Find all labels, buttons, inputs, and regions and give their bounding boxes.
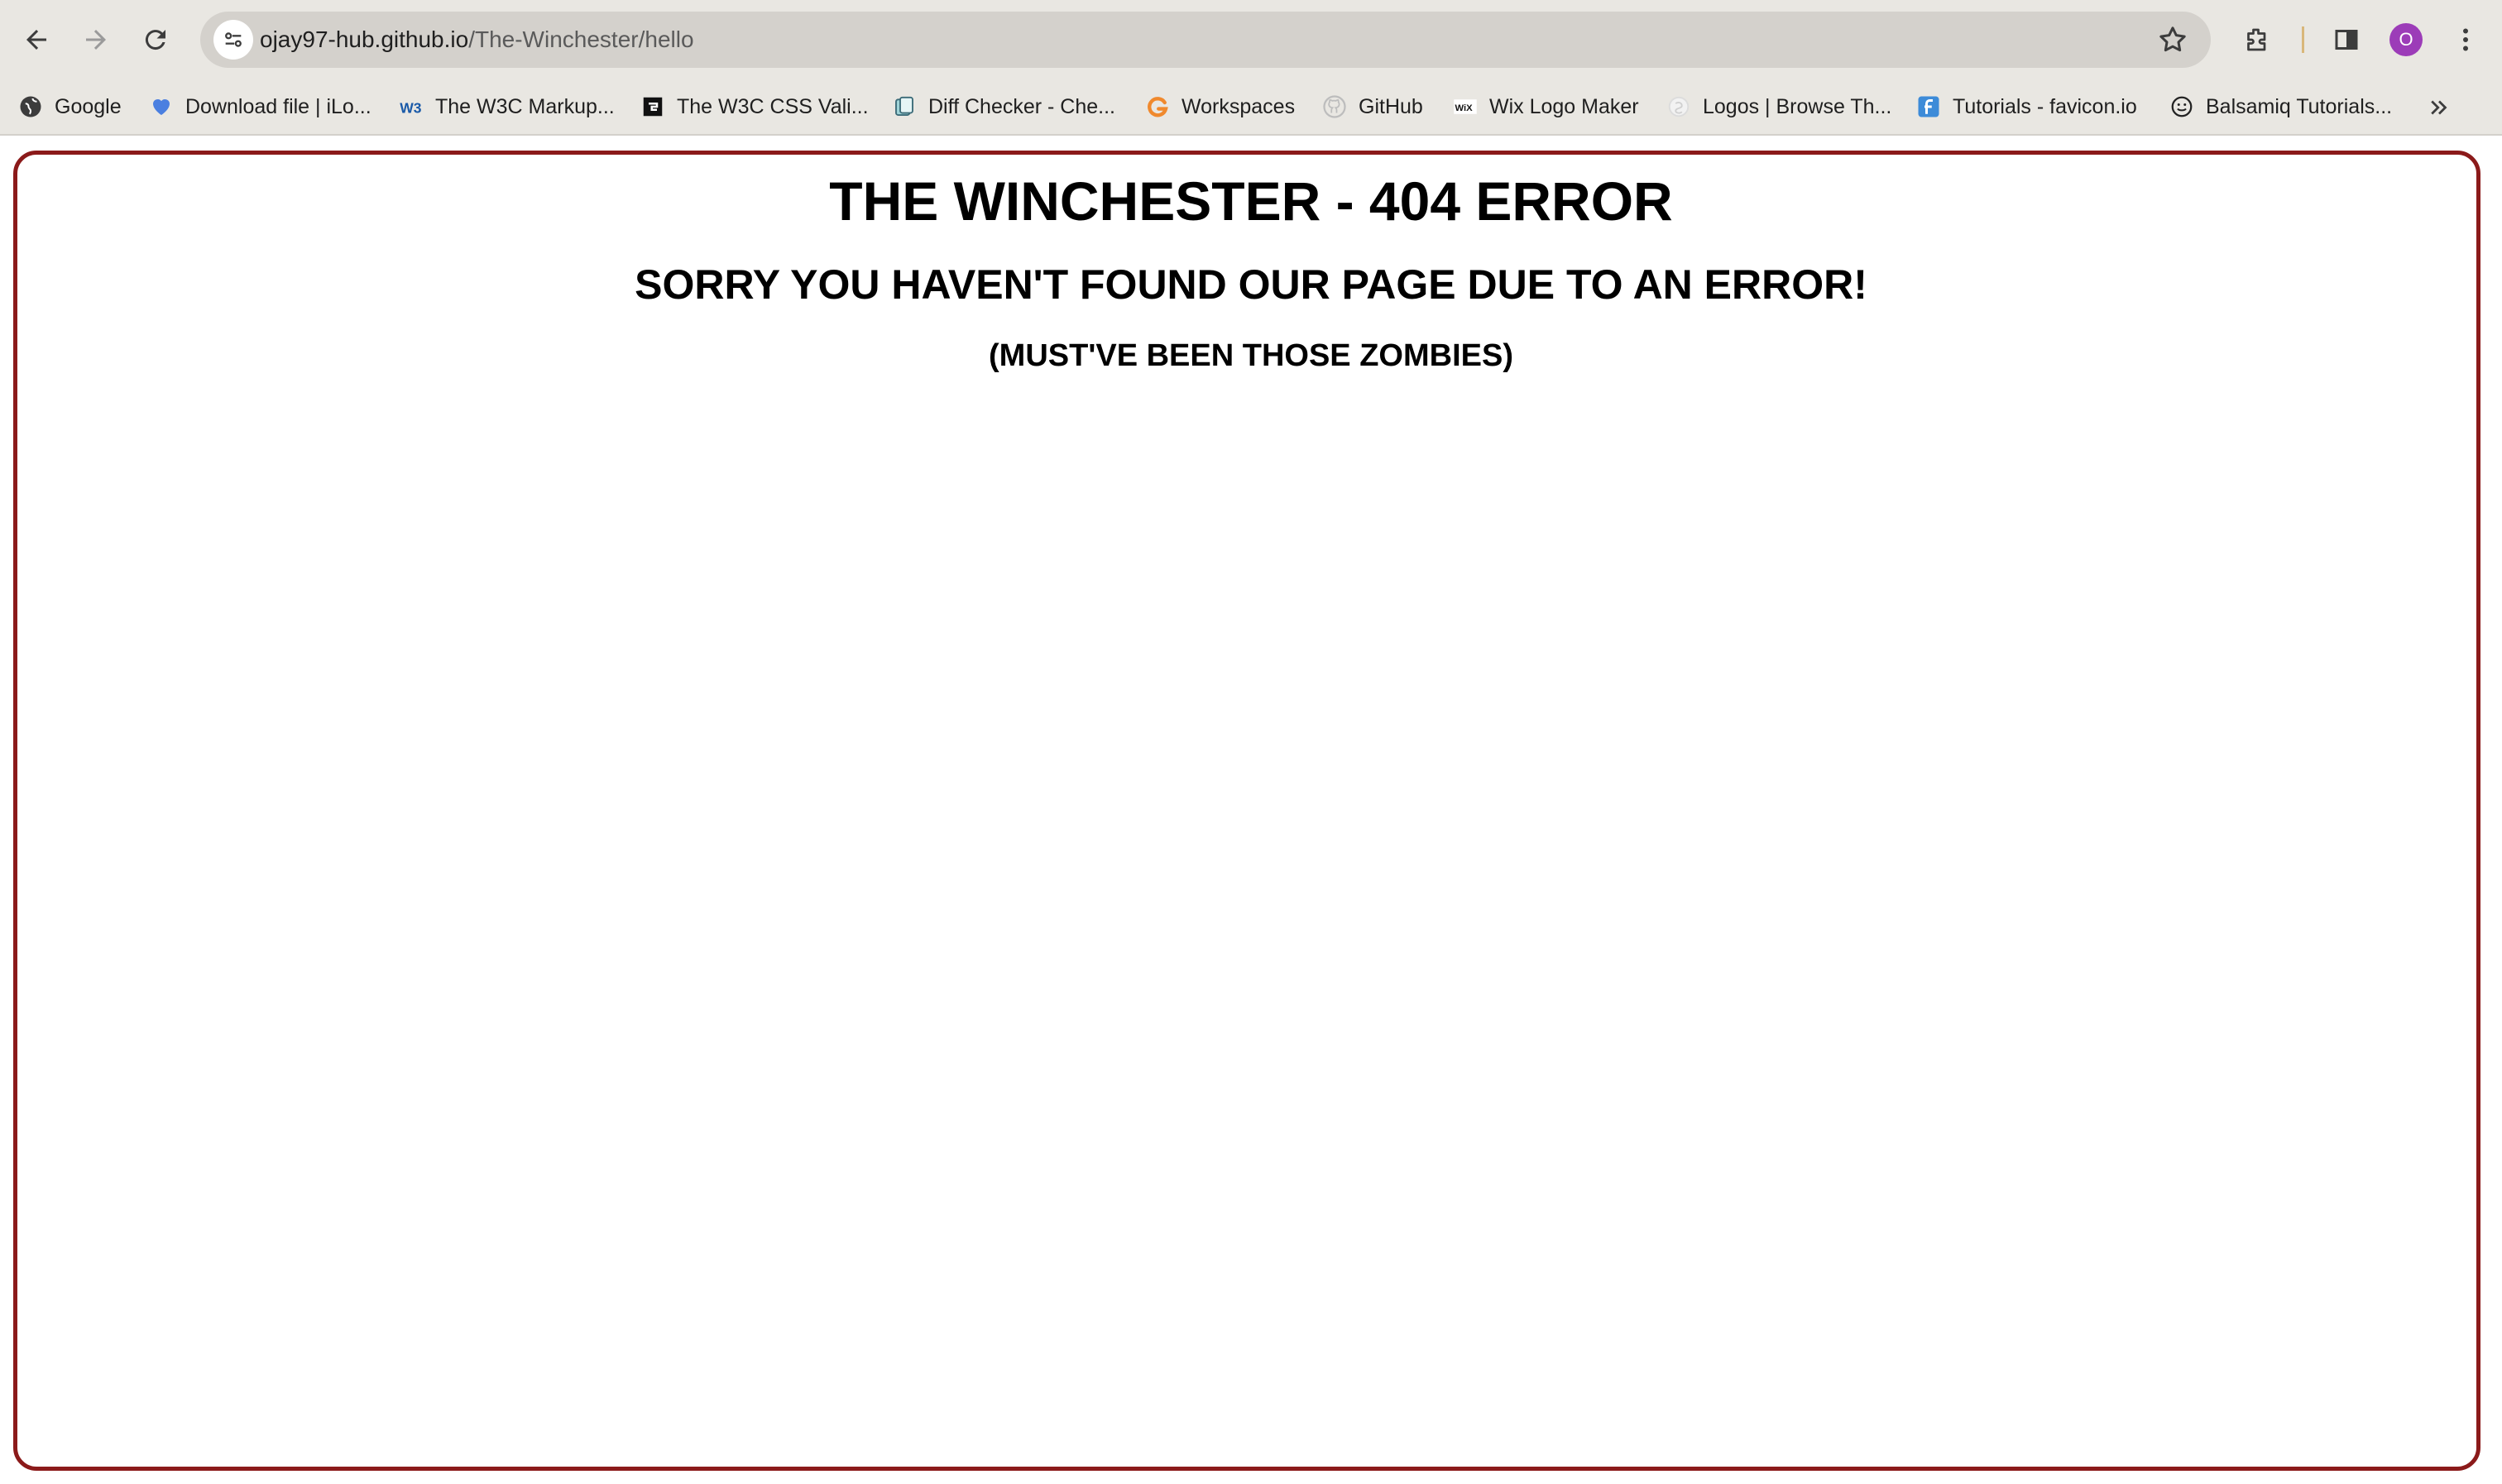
page-viewport: THE WINCHESTER - 404 ERROR SORRY YOU HAV…	[0, 136, 2502, 1484]
side-panel-icon	[2335, 30, 2358, 50]
workspaces-icon	[1145, 94, 1170, 119]
logos-icon	[1666, 94, 1691, 119]
bookmark-label: Diff Checker - Che...	[928, 94, 1116, 118]
toolbar-divider	[2302, 26, 2304, 53]
svg-text:WiX: WiX	[1455, 103, 1474, 113]
extensions-icon	[2247, 28, 2266, 51]
bookmark-label: Logos | Browse Th...	[1703, 94, 1892, 118]
bookmark-ilovepdf[interactable]: Download file | iLo...	[149, 79, 371, 134]
url-host: ojay97-hub.github.io	[260, 26, 469, 52]
bookmark-label: GitHub	[1359, 94, 1423, 118]
back-button[interactable]	[13, 17, 60, 63]
error-message: SORRY YOU HAVEN'T FOUND OUR PAGE DUE TO …	[635, 261, 1867, 308]
error-frame: THE WINCHESTER - 404 ERROR SORRY YOU HAV…	[13, 151, 2480, 1471]
forward-icon	[86, 30, 106, 50]
site-settings-button[interactable]	[213, 20, 253, 60]
globe-icon	[18, 94, 43, 119]
more-menu-button[interactable]	[2442, 17, 2489, 63]
address-bar[interactable]: ojay97-hub.github.io/The-Winchester/hell…	[200, 12, 2211, 68]
bookmark-label: Balsamiq Tutorials...	[2206, 94, 2393, 118]
bookmark-wix-logo-maker[interactable]: WiX Wix Logo Maker	[1453, 79, 1639, 134]
w3c-css-icon	[640, 94, 665, 119]
bookmark-github[interactable]: GitHub	[1322, 79, 1423, 134]
page-title: THE WINCHESTER - 404 ERROR	[829, 170, 1673, 232]
bookmark-w3c-css[interactable]: The W3C CSS Vali...	[640, 79, 869, 134]
svg-text:W3: W3	[400, 100, 422, 117]
bookmark-star-icon[interactable]	[2156, 23, 2189, 56]
bookmark-label: Tutorials - favicon.io	[1953, 94, 2137, 118]
chevron-double-right-icon	[2431, 100, 2447, 115]
bookmark-label: Workspaces	[1182, 94, 1296, 118]
site-settings-icon	[225, 32, 242, 47]
w3c-icon: W3	[399, 94, 424, 119]
extensions-button[interactable]	[2234, 17, 2280, 63]
bookmark-label: Download file | iLo...	[185, 94, 371, 118]
wix-icon: WiX	[1453, 94, 1478, 119]
browser-toolbar: ojay97-hub.github.io/The-Winchester/hell…	[0, 0, 2502, 79]
url-path: /The-Winchester/hello	[468, 26, 694, 52]
bookmark-label: Wix Logo Maker	[1489, 94, 1639, 118]
bookmark-w3c-markup[interactable]: W3 The W3C Markup...	[399, 79, 615, 134]
bookmark-balsamiq[interactable]: Balsamiq Tutorials...	[2169, 79, 2392, 134]
bookmark-workspaces[interactable]: Workspaces	[1145, 79, 1295, 134]
bookmark-label: The W3C CSS Vali...	[677, 94, 869, 118]
browser-window: ojay97-hub.github.io/The-Winchester/hell…	[0, 0, 2502, 1484]
side-panel-button[interactable]	[2323, 17, 2370, 63]
more-bookmarks-button[interactable]	[2423, 91, 2456, 124]
bookmark-label: Google	[55, 94, 122, 118]
reload-button[interactable]	[132, 17, 179, 63]
bookmark-logos[interactable]: Logos | Browse Th...	[1666, 79, 1891, 134]
bookmark-favicon-io[interactable]: Tutorials - favicon.io	[1916, 79, 2137, 134]
bookmark-google[interactable]: Google	[18, 79, 122, 134]
bookmark-label: The W3C Markup...	[435, 94, 615, 118]
error-note: (MUST'VE BEEN THOSE ZOMBIES)	[989, 338, 1513, 373]
bookmark-diffchecker[interactable]: Diff Checker - Che...	[892, 79, 1115, 134]
bookmarks-bar: Google Download file | iLo... W3 The W3C…	[0, 79, 2502, 136]
back-icon	[26, 30, 46, 50]
favicon-icon	[1916, 94, 1941, 119]
diffchecker-icon	[892, 94, 917, 119]
balsamiq-icon	[2169, 94, 2194, 119]
heart-icon	[149, 94, 174, 119]
reload-icon	[145, 30, 165, 50]
more-menu-icon	[2463, 28, 2468, 51]
github-icon	[1322, 94, 1347, 119]
url-text[interactable]: ojay97-hub.github.io/The-Winchester/hell…	[260, 12, 694, 68]
forward-button[interactable]	[73, 17, 119, 63]
profile-avatar[interactable]: O	[2389, 23, 2423, 56]
